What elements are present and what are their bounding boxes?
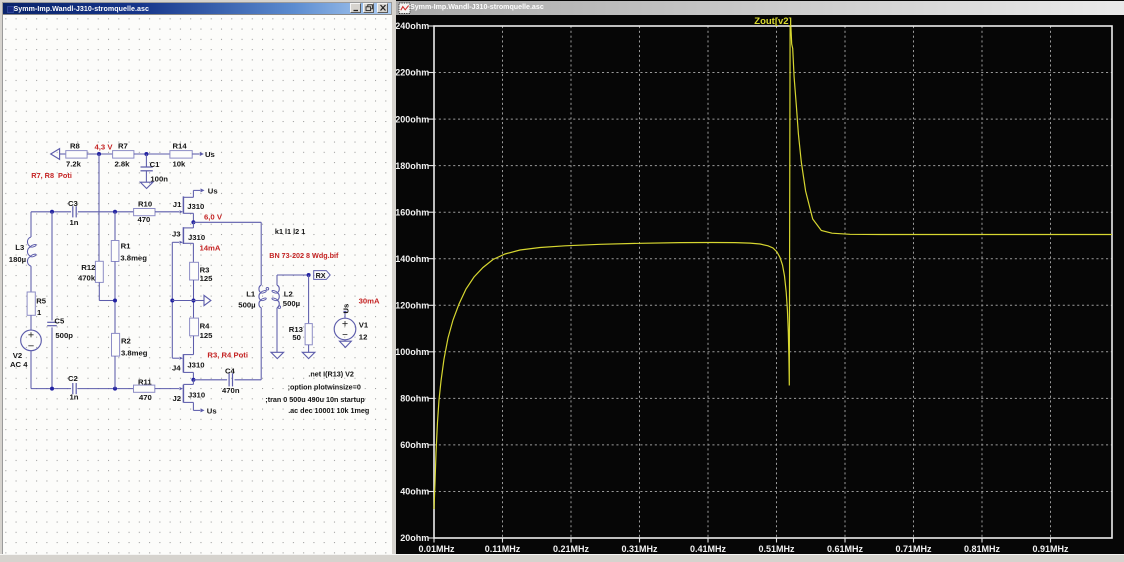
svg-text:J310: J310 <box>188 233 205 242</box>
svg-text:0.11MHz: 0.11MHz <box>485 544 521 554</box>
svg-text:20ohm: 20ohm <box>400 533 429 543</box>
svg-text:Us: Us <box>341 304 350 314</box>
svg-text:2.8k: 2.8k <box>115 160 131 169</box>
svg-text:R10: R10 <box>138 199 152 208</box>
svg-text:0.51MHz: 0.51MHz <box>758 544 795 554</box>
svg-text:0.01MHz: 0.01MHz <box>418 544 455 554</box>
svg-text:470n: 470n <box>222 386 240 395</box>
svg-text:.ac dec 10001 10k 1meg: .ac dec 10001 10k 1meg <box>288 406 369 415</box>
svg-text:C5: C5 <box>54 316 65 325</box>
svg-text:L3: L3 <box>15 243 24 252</box>
svg-text:R3: R3 <box>200 265 210 274</box>
svg-text:L2: L2 <box>284 290 293 299</box>
svg-text:J310: J310 <box>187 202 204 211</box>
svg-text:180ohm: 180ohm <box>396 161 429 171</box>
svg-text:R4: R4 <box>200 321 211 330</box>
svg-text:180µ: 180µ <box>9 255 26 264</box>
svg-text:J4: J4 <box>172 364 181 373</box>
svg-text:40ohm: 40ohm <box>400 487 429 497</box>
svg-text:4,3 V: 4,3 V <box>95 142 114 151</box>
svg-text:0.41MHz: 0.41MHz <box>690 544 727 554</box>
svg-text:3.8meg: 3.8meg <box>120 253 147 262</box>
svg-text:R11: R11 <box>138 377 152 386</box>
svg-text:125: 125 <box>200 331 214 340</box>
svg-text:7.2k: 7.2k <box>66 160 82 169</box>
svg-text:0.91MHz: 0.91MHz <box>1032 544 1069 554</box>
svg-text:;tran 0 500u 490u 10n startup: ;tran 0 500u 490u 10n startup <box>265 395 365 404</box>
svg-text:V2: V2 <box>13 351 22 360</box>
svg-text:R14: R14 <box>173 142 188 151</box>
svg-text:BN 73-202 8 Wdg.bif: BN 73-202 8 Wdg.bif <box>269 251 339 260</box>
svg-text:6,0 V: 6,0 V <box>204 213 223 222</box>
svg-text:AC 4: AC 4 <box>10 360 28 369</box>
svg-text:C1: C1 <box>150 160 161 169</box>
svg-text:R3, R4 Poti: R3, R4 Poti <box>207 351 248 360</box>
svg-text:R5: R5 <box>36 297 47 306</box>
svg-text:500µ: 500µ <box>283 299 300 308</box>
svg-text:V1: V1 <box>359 321 369 330</box>
svg-text:100ohm: 100ohm <box>396 347 429 357</box>
svg-text:0.21MHz: 0.21MHz <box>553 544 590 554</box>
svg-text:C2: C2 <box>68 374 78 383</box>
svg-text:R8: R8 <box>70 142 81 151</box>
svg-text:k1 l1 l2 1: k1 l1 l2 1 <box>275 227 305 236</box>
svg-text:50: 50 <box>292 333 301 342</box>
svg-text:J310: J310 <box>188 391 205 400</box>
svg-text:0.61MHz: 0.61MHz <box>827 544 864 554</box>
svg-text:500µ: 500µ <box>238 301 255 310</box>
svg-text:.net I(R13) V2: .net I(R13) V2 <box>308 370 354 379</box>
svg-text:Us: Us <box>205 150 215 159</box>
svg-text:80ohm: 80ohm <box>400 394 429 404</box>
svg-text:J3: J3 <box>172 229 181 238</box>
svg-text:R7: R7 <box>118 142 128 151</box>
svg-text:120ohm: 120ohm <box>396 300 429 310</box>
svg-text:0.31MHz: 0.31MHz <box>621 544 658 554</box>
svg-text:0.81MHz: 0.81MHz <box>964 544 1001 554</box>
svg-text:60ohm: 60ohm <box>400 440 429 450</box>
svg-text:3.8meg: 3.8meg <box>121 348 148 357</box>
svg-text:Us: Us <box>208 186 218 195</box>
svg-text:470: 470 <box>139 393 152 402</box>
svg-text:10k: 10k <box>173 160 187 169</box>
svg-text:30mA: 30mA <box>359 296 380 305</box>
svg-text:R2: R2 <box>121 336 131 345</box>
svg-text:100n: 100n <box>150 174 168 183</box>
svg-text:Us: Us <box>207 406 217 415</box>
svg-text:220ohm: 220ohm <box>396 68 429 78</box>
svg-text:1n: 1n <box>70 218 79 227</box>
svg-text:R1: R1 <box>121 241 132 250</box>
svg-text:Zout[v2]: Zout[v2] <box>754 16 791 27</box>
svg-text:R12: R12 <box>81 263 95 272</box>
svg-text:C3: C3 <box>68 199 78 208</box>
svg-text:C4: C4 <box>225 366 236 375</box>
svg-text:0.71MHz: 0.71MHz <box>895 544 932 554</box>
svg-text:12: 12 <box>359 333 368 342</box>
svg-text:470: 470 <box>138 215 151 224</box>
svg-text:;option plotwinsize=0: ;option plotwinsize=0 <box>288 383 361 392</box>
svg-text:1: 1 <box>37 308 42 317</box>
svg-text:140ohm: 140ohm <box>396 254 429 264</box>
svg-text:RX: RX <box>316 271 326 280</box>
svg-text:500p: 500p <box>55 331 73 340</box>
svg-text:125: 125 <box>200 274 214 283</box>
svg-text:14mA: 14mA <box>200 243 221 252</box>
svg-text:1n: 1n <box>70 393 79 402</box>
svg-text:240ohm: 240ohm <box>396 21 429 31</box>
svg-text:J1: J1 <box>173 200 182 209</box>
svg-text:160ohm: 160ohm <box>396 207 429 217</box>
svg-text:200ohm: 200ohm <box>396 114 429 124</box>
svg-text:L1: L1 <box>246 290 256 299</box>
svg-text:470k: 470k <box>78 273 96 282</box>
svg-text:J310: J310 <box>187 361 204 370</box>
svg-text:J2: J2 <box>173 394 182 403</box>
svg-text:R7, R8 Poti: R7, R8 Poti <box>31 171 72 180</box>
